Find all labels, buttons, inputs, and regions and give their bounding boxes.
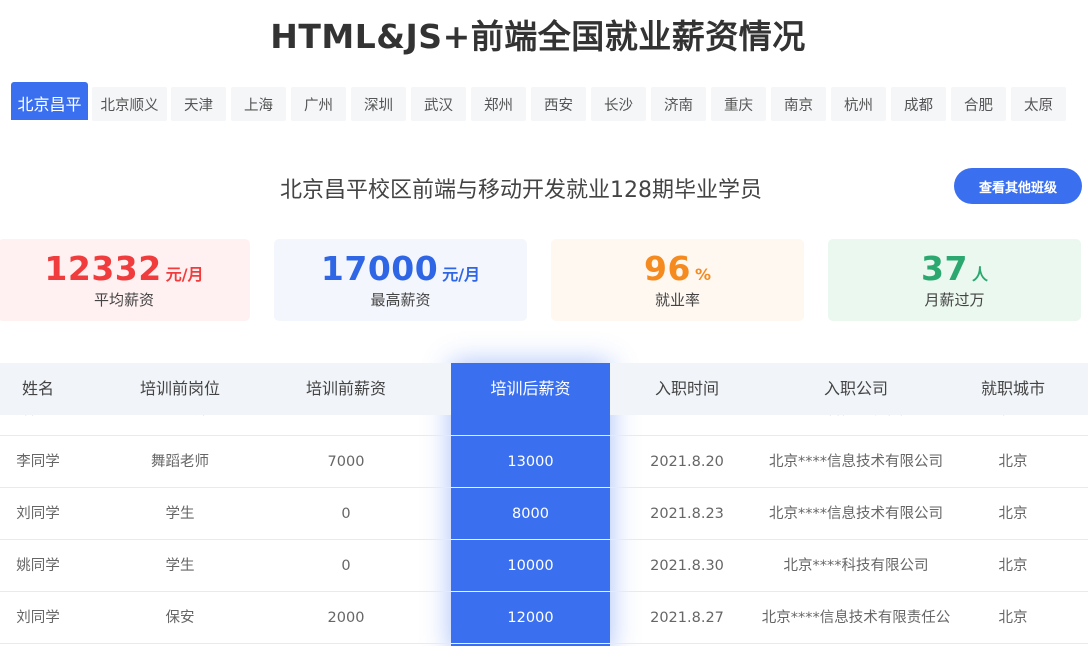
stat-value: 12332 xyxy=(44,249,162,288)
city-tab[interactable]: 合肥 xyxy=(951,87,1006,121)
cell-hire-date: 2021.8.20 xyxy=(650,454,724,470)
page-title: HTML&JS+前端全国就业薪资情况 xyxy=(270,17,806,56)
cell-prev-position: 学生 xyxy=(165,506,195,522)
stat-unit: 人 xyxy=(971,265,988,284)
cell-prev-position: 舞蹈老师 xyxy=(151,454,209,470)
stat-unit: % xyxy=(694,265,711,284)
cell-hire-date: 2021.8.30 xyxy=(650,558,724,574)
city-tab[interactable]: 重庆 xyxy=(711,87,766,121)
stat-unit: 元/月 xyxy=(165,265,204,284)
cell-prev-position: 保安 xyxy=(165,610,195,626)
cell-prev-salary: 2000 xyxy=(327,610,365,626)
city-tab[interactable]: 北京顺义 xyxy=(92,87,167,121)
table-row[interactable]: 姚同学 学生 0 10000 2021.8.30 北京****科技有限公司 北京 xyxy=(0,540,1088,592)
cell-city: 北京 xyxy=(998,610,1028,626)
cell-city: 北京 xyxy=(998,506,1028,522)
city-tab[interactable]: 太原 xyxy=(1011,87,1066,121)
city-tab[interactable]: 深圳 xyxy=(351,87,406,121)
cell-name: 姚同学 xyxy=(16,558,60,574)
city-tab[interactable]: 西安 xyxy=(531,87,586,121)
column-header-prev-salary[interactable]: 培训前薪资 xyxy=(286,363,406,415)
city-tab[interactable]: 杭州 xyxy=(831,87,886,121)
table-row[interactable]: 李同学 舞蹈老师 7000 13000 2021.8.20 北京****信息技术有限公司 北… xyxy=(0,436,1088,488)
stat-card: 96% 就业率 xyxy=(551,239,804,321)
cell-name: 李同学 xyxy=(16,454,60,470)
stat-label: 平均薪资 xyxy=(93,291,154,309)
city-tab[interactable]: 济南 xyxy=(651,87,706,121)
column-header-prev-position[interactable]: 培训前岗位 xyxy=(104,363,256,415)
cell-name: 刘同学 xyxy=(16,610,60,626)
column-header-city[interactable]: 就职城市 xyxy=(975,363,1051,415)
stat-value: 96 xyxy=(644,249,691,288)
cell-prev-salary: 0 xyxy=(341,558,351,574)
cell-prev-position: 学生 xyxy=(165,558,195,574)
city-tab[interactable]: 上海 xyxy=(231,87,286,121)
stat-value: 37 xyxy=(921,249,968,288)
table-header: 姓名 培训前岗位 培训前薪资 培训后薪资 入职时间 入职公司 就职城市 xyxy=(0,363,1088,415)
cell-name: 刘同学 xyxy=(16,506,60,522)
cell-hire-date: 2021.8.23 xyxy=(650,506,724,522)
city-tab[interactable]: 南京 xyxy=(771,87,826,121)
cell-city: 北京 xyxy=(998,558,1028,574)
city-tab[interactable]: 郑州 xyxy=(471,87,526,121)
cell-hire-date: 2021.8.27 xyxy=(650,610,724,626)
table-row[interactable]: 刘同学 学生 0 8000 2021.8.23 北京****信息技术有限公司 北京 xyxy=(0,488,1088,540)
stat-unit: 元/月 xyxy=(442,265,481,284)
cell-new-salary: 12000 xyxy=(451,592,610,644)
city-tab[interactable]: 天津 xyxy=(171,87,226,121)
stat-label: 就业率 xyxy=(654,291,700,309)
stat-label: 最高薪资 xyxy=(370,291,431,309)
column-header-hire-date[interactable]: 入职时间 xyxy=(630,363,744,415)
cell-company: 北京****信息技术有限公司 xyxy=(769,454,943,470)
city-tab[interactable]: 广州 xyxy=(291,87,346,121)
cell-company: 北京****科技有限公司 xyxy=(783,558,929,574)
cell-new-salary: 10000 xyxy=(451,540,610,592)
city-tab[interactable]: 长沙 xyxy=(591,87,646,121)
stat-value: 17000 xyxy=(320,249,439,288)
cell-company: 北京****信息技术有限责任公 xyxy=(761,610,951,626)
cell-new-salary: 13000 xyxy=(451,436,610,488)
column-header-new-salary[interactable]: 培训后薪资 xyxy=(451,363,610,415)
stat-card: 12332 元/月 平均薪资 xyxy=(0,239,250,321)
city-tab[interactable]: 武汉 xyxy=(411,87,466,121)
table-row[interactable]: 刘同学 保安 2000 12000 2021.8.27 北京****信息技术有限责任公 北京 xyxy=(0,592,1088,644)
city-tab[interactable]: 成都 xyxy=(891,87,946,121)
class-title: 北京昌平校区前端与移动开发就业128期毕业学员 xyxy=(280,178,762,203)
salary-table: 姓名培训前岗位培训前薪资培训后薪资入职时间入职公司就职城市 郑同学K12老师65… xyxy=(0,363,1088,646)
cell-prev-salary: 7000 xyxy=(327,454,365,470)
stat-card: 17000 元/月 最高薪资 xyxy=(274,239,527,321)
cell-city: 北京 xyxy=(998,454,1028,470)
column-header-name[interactable]: 姓名 xyxy=(0,363,76,415)
column-header-company[interactable]: 入职公司 xyxy=(745,363,967,415)
cell-company: 北京****信息技术有限公司 xyxy=(769,506,943,522)
stat-label: 月薪过万 xyxy=(924,291,985,309)
city-tab[interactable]: 北京昌平 xyxy=(11,82,88,120)
cell-prev-salary: 0 xyxy=(341,506,351,522)
stat-card: 37 人月薪过万 xyxy=(828,239,1081,321)
view-other-classes-button[interactable]: 查看其他班级 xyxy=(954,168,1082,204)
cell-new-salary: 8000 xyxy=(451,488,610,540)
